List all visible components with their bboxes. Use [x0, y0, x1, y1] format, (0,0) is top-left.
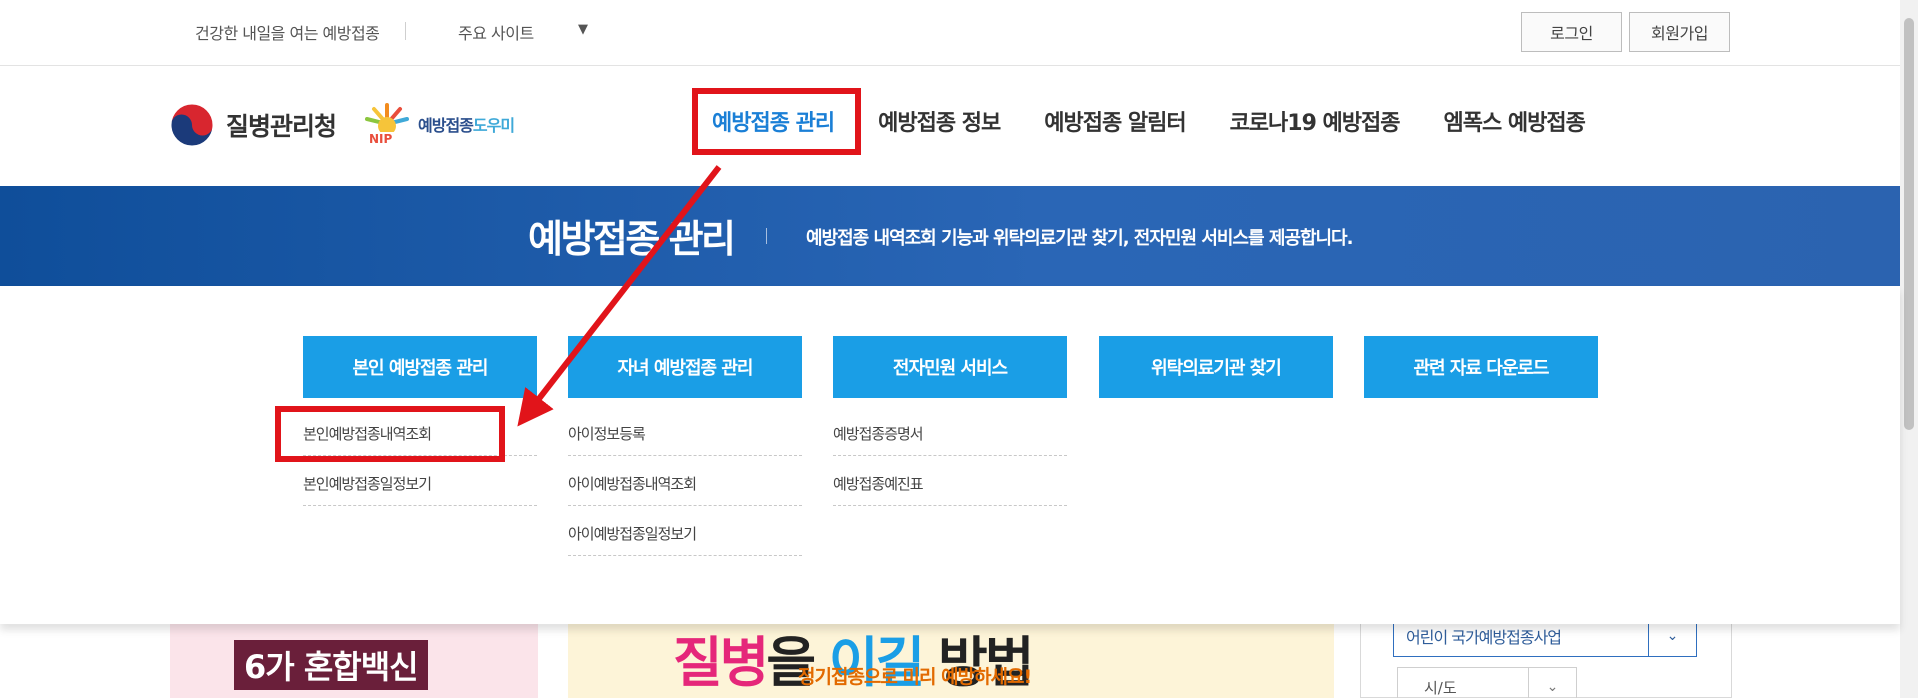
- annotation-arrow-icon: [517, 165, 722, 427]
